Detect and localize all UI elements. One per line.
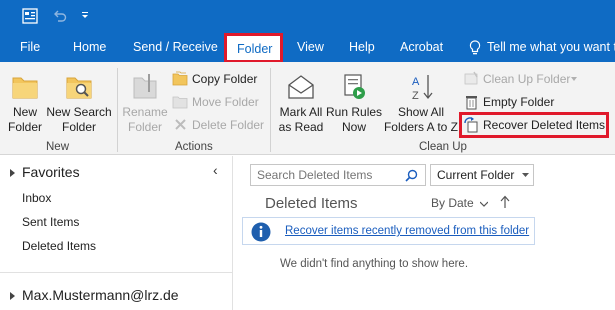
copy-folder-button[interactable]: Copy Folder bbox=[172, 69, 262, 89]
sort-direction-arrow-icon[interactable] bbox=[500, 195, 510, 209]
sort-by-dropdown[interactable]: By Date bbox=[431, 196, 489, 210]
open-envelope-icon bbox=[288, 75, 314, 99]
run-rules-label-2: Now bbox=[341, 120, 366, 134]
clean-up-folder-button[interactable]: Clean Up Folder bbox=[463, 69, 581, 89]
divider bbox=[0, 272, 232, 273]
run-rules-label-1: Run Rules bbox=[326, 105, 383, 119]
rename-folder-icon bbox=[133, 74, 157, 99]
tab-view[interactable]: View bbox=[297, 33, 324, 62]
ribbon-separator bbox=[270, 68, 271, 152]
sort-by-label: By Date bbox=[431, 196, 474, 210]
title-bar bbox=[0, 0, 615, 33]
delete-folder-button[interactable]: Delete Folder bbox=[172, 115, 265, 135]
expand-arrow-icon[interactable] bbox=[10, 169, 15, 177]
new-search-folder-label-1: New Search bbox=[46, 105, 112, 119]
empty-folder-label: Empty Folder bbox=[483, 95, 555, 109]
svg-text:Z: Z bbox=[412, 90, 419, 102]
search-scope-value: Current Folder bbox=[437, 168, 515, 182]
folder-item-sent-items[interactable]: Sent Items bbox=[22, 215, 79, 229]
clean-up-icon bbox=[464, 71, 478, 85]
search-input[interactable] bbox=[251, 165, 399, 185]
new-folder-button[interactable]: New Folder bbox=[6, 72, 44, 135]
new-folder-icon bbox=[12, 77, 38, 99]
outlook-app-icon[interactable] bbox=[22, 8, 38, 24]
chevron-down-icon bbox=[522, 173, 529, 177]
new-folder-label-1: New bbox=[12, 105, 37, 119]
undo-icon[interactable] bbox=[52, 8, 68, 24]
search-box[interactable] bbox=[250, 164, 426, 186]
tab-acrobat[interactable]: Acrobat bbox=[400, 33, 443, 62]
copy-folder-icon bbox=[172, 71, 188, 86]
trash-icon bbox=[466, 96, 477, 110]
show-all-label-2: Folders A to Z bbox=[383, 120, 459, 134]
account-name[interactable]: Max.Mustermann@lrz.de bbox=[22, 287, 179, 303]
pane-divider[interactable] bbox=[232, 156, 233, 310]
chevron-down-icon bbox=[571, 77, 577, 81]
ribbon-separator bbox=[117, 68, 118, 152]
ribbon-tab-bar: File Home Send / Receive Folder View Hel… bbox=[0, 33, 615, 62]
search-icon[interactable] bbox=[405, 169, 418, 182]
empty-folder-button[interactable]: Empty Folder bbox=[463, 92, 581, 112]
expand-arrow-icon[interactable] bbox=[10, 292, 15, 300]
mark-all-as-read-button[interactable]: Mark All as Read bbox=[276, 72, 326, 135]
chevron-down-icon bbox=[479, 201, 489, 207]
recover-deleted-items-button[interactable]: Recover Deleted Items bbox=[463, 115, 606, 135]
run-rules-now-button[interactable]: Run Rules Now bbox=[326, 72, 382, 135]
delete-x-icon bbox=[175, 119, 186, 130]
svg-text:A: A bbox=[412, 76, 420, 88]
tab-file[interactable]: File bbox=[20, 33, 40, 62]
copy-folder-label: Copy Folder bbox=[192, 72, 258, 86]
recover-deleted-items-label: Recover Deleted Items bbox=[483, 118, 606, 132]
tab-folder[interactable]: Folder bbox=[227, 36, 283, 62]
mark-all-label-2: as Read bbox=[278, 120, 324, 134]
new-group-label: New bbox=[46, 141, 70, 153]
move-folder-button[interactable]: Move Folder bbox=[172, 92, 262, 112]
new-search-folder-label-2: Folder bbox=[61, 120, 96, 134]
show-all-label-1: Show All bbox=[397, 105, 445, 119]
empty-folder-message: We didn't find anything to show here. bbox=[280, 258, 469, 270]
recover-items-link[interactable]: Recover items recently removed from this… bbox=[285, 225, 529, 237]
tab-send-receive[interactable]: Send / Receive bbox=[133, 33, 218, 62]
move-folder-icon bbox=[172, 96, 188, 109]
info-bar: Recover items recently removed from this… bbox=[242, 217, 535, 245]
folder-item-deleted-items[interactable]: Deleted Items bbox=[22, 239, 96, 253]
move-folder-label: Move Folder bbox=[192, 95, 259, 109]
actions-group-label: Actions bbox=[175, 141, 213, 153]
search-scope-dropdown[interactable]: Current Folder bbox=[430, 164, 534, 186]
recover-deleted-items-icon bbox=[464, 117, 478, 133]
customize-quick-access-icon[interactable] bbox=[80, 10, 90, 20]
run-rules-icon bbox=[344, 74, 365, 99]
folder-pane: Favorites ‹ Inbox Sent Items Deleted Ite… bbox=[0, 156, 232, 310]
clean-up-folder-label: Clean Up Folder bbox=[483, 72, 571, 86]
tell-me-search[interactable]: Tell me what you want t bbox=[487, 33, 615, 62]
rename-folder-label-2: Folder bbox=[127, 120, 162, 134]
tab-home[interactable]: Home bbox=[73, 33, 106, 62]
folder-title: Deleted Items bbox=[265, 195, 358, 212]
info-icon bbox=[251, 222, 271, 242]
mark-all-label-1: Mark All bbox=[279, 105, 323, 119]
rename-folder-button[interactable]: Rename Folder bbox=[122, 72, 168, 135]
new-folder-label-2: Folder bbox=[7, 120, 42, 134]
new-search-folder-button[interactable]: New Search Folder bbox=[46, 72, 112, 135]
search-folder-icon bbox=[66, 77, 92, 99]
sort-a-to-z-icon: A Z bbox=[412, 75, 433, 102]
lightbulb-icon bbox=[469, 40, 481, 55]
show-all-folders-a-to-z-button[interactable]: A Z Show All Folders A to Z bbox=[382, 72, 460, 135]
ribbon: New Folder New Search Folder New Rename … bbox=[0, 62, 615, 155]
favorites-header[interactable]: Favorites bbox=[22, 164, 80, 180]
cleanup-group-label: Clean Up bbox=[419, 141, 467, 153]
folder-item-inbox[interactable]: Inbox bbox=[22, 191, 51, 205]
collapse-pane-icon[interactable]: ‹ bbox=[213, 162, 218, 178]
tab-help[interactable]: Help bbox=[349, 33, 375, 62]
delete-folder-label: Delete Folder bbox=[192, 118, 265, 132]
rename-folder-label-1: Rename bbox=[122, 105, 168, 119]
